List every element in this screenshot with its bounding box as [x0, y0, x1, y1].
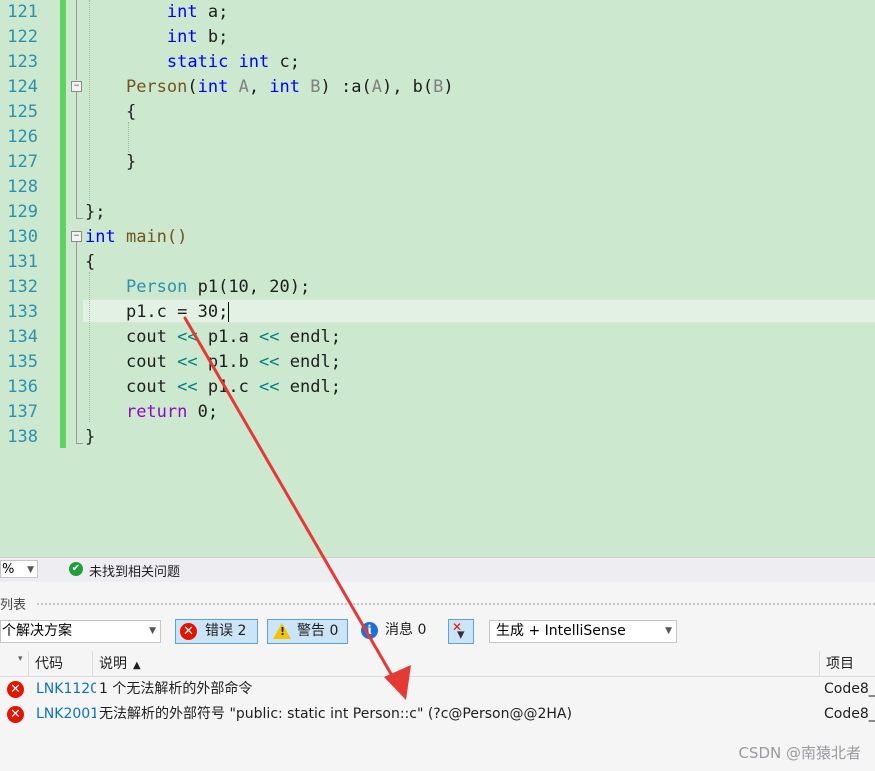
change-tracking-bar — [60, 0, 66, 448]
info-icon: i — [361, 622, 378, 639]
check-circle-icon: ✔ — [69, 562, 83, 576]
line-number: 133 — [7, 302, 38, 322]
code-line-125[interactable]: { — [85, 100, 136, 125]
error-project: Code8_ — [824, 706, 875, 722]
clear-filter-button[interactable]: ✕ ▾ — [448, 619, 474, 644]
line-number: 136 — [7, 377, 38, 397]
line-number: 121 — [7, 2, 38, 22]
line-number: 132 — [7, 277, 38, 297]
scope-value: 个解决方案 — [2, 623, 72, 639]
code-line-137[interactable]: return 0; — [85, 400, 218, 425]
code-line-131[interactable]: { — [85, 250, 95, 275]
line-number: 122 — [7, 27, 38, 47]
line-number: 138 — [7, 427, 38, 447]
panel-title[interactable]: 列表 — [0, 594, 26, 613]
build-filter-value: 生成 + IntelliSense — [496, 623, 626, 639]
zoom-dropdown[interactable]: % ▼ — [0, 560, 38, 578]
line-number: 124 — [7, 77, 38, 97]
error-list-panel: 列表 个解决方案 ▼ ✕ 错误 2 ! 警告 0 i 消息 0 ✕ ▾ 生成 + I… — [0, 582, 875, 771]
fold-guide — [76, 242, 77, 443]
messages-filter-button[interactable]: i 消息 0 — [356, 619, 438, 644]
code-line-136[interactable]: cout << p1.c << endl; — [85, 375, 341, 400]
panel-drag-grip[interactable] — [36, 602, 875, 607]
code-line-133[interactable]: p1.c = 30; — [85, 300, 230, 325]
chevron-down-icon: ▼ — [665, 626, 672, 636]
line-number: 130 — [7, 227, 38, 247]
collapse-icon[interactable]: − — [71, 231, 82, 242]
code-line-132[interactable]: Person p1(10, 20); — [85, 275, 310, 300]
error-list-header: ▾ 代码 说明 ▲ 项目 — [0, 651, 875, 677]
scope-dropdown[interactable]: 个解决方案 ▼ — [0, 620, 161, 643]
editor-status-strip: % ▼ ✔ 未找到相关问题 — [0, 557, 875, 582]
error-icon: ✕ — [180, 623, 197, 640]
errors-filter-button[interactable]: ✕ 错误 2 — [175, 619, 258, 644]
messages-count-label: 消息 0 — [385, 622, 427, 638]
code-line-121[interactable]: int a; — [85, 0, 228, 25]
error-description: 无法解析的外部符号 "public: static int Person::c"… — [99, 706, 572, 722]
code-line-135[interactable]: cout << p1.b << endl; — [85, 350, 341, 375]
error-description: 1 个无法解析的外部命令 — [99, 681, 253, 697]
warnings-count-label: 警告 0 — [297, 623, 339, 639]
indent-guide — [128, 122, 129, 152]
line-number: 126 — [7, 127, 38, 147]
code-line-122[interactable]: int b; — [85, 25, 228, 50]
line-number: 125 — [7, 102, 38, 122]
error-row[interactable]: ✕ LNK1120 1 个无法解析的外部命令 Code8_ — [0, 677, 875, 702]
issues-status-text[interactable]: 未找到相关问题 — [89, 561, 180, 580]
zoom-value: % — [2, 562, 15, 577]
code-editor[interactable]: 121 122 123 124 125 126 127 128 129 130 … — [0, 0, 875, 557]
errors-count-label: 错误 2 — [205, 623, 247, 639]
error-icon: ✕ — [7, 681, 24, 698]
text-caret — [228, 302, 230, 322]
error-row[interactable]: ✕ LNK2001 无法解析的外部符号 "public: static int … — [0, 702, 875, 727]
line-number: 127 — [7, 152, 38, 172]
column-header-code[interactable]: 代码 — [28, 651, 92, 677]
sort-ascending-icon: ▲ — [133, 660, 141, 671]
error-code-link[interactable]: LNK2001 — [36, 702, 96, 727]
line-number: 134 — [7, 327, 38, 347]
warnings-filter-button[interactable]: ! 警告 0 — [267, 619, 348, 644]
fold-guide-end — [76, 218, 83, 219]
chevron-down-icon: ▼ — [27, 565, 34, 575]
code-line-124[interactable]: Person(int A, int B) :a(A), b(B) — [85, 75, 454, 100]
column-header-project[interactable]: 项目 — [819, 651, 875, 677]
line-number: 129 — [7, 202, 38, 222]
error-icon: ✕ — [7, 706, 24, 723]
code-line-138[interactable]: } — [85, 425, 95, 450]
build-intellisense-dropdown[interactable]: 生成 + IntelliSense ▼ — [489, 620, 677, 643]
chevron-down-icon: ▼ — [149, 626, 156, 636]
funnel-icon: ▾ — [457, 625, 465, 643]
line-number: 123 — [7, 52, 38, 72]
fold-guide-end — [76, 443, 83, 444]
code-line-129[interactable]: }; — [85, 200, 105, 225]
code-line-127[interactable]: } — [85, 150, 136, 175]
error-code-link[interactable]: LNK1120 — [36, 677, 96, 702]
line-number: 128 — [7, 177, 38, 197]
watermark: CSDN @南猿北者 — [738, 744, 861, 762]
code-line-130[interactable]: int main() — [85, 225, 187, 250]
collapse-icon[interactable]: − — [71, 81, 82, 92]
code-line-134[interactable]: cout << p1.a << endl; — [85, 325, 341, 350]
expand-rows-icon[interactable]: ▾ — [18, 654, 23, 664]
line-number: 131 — [7, 252, 38, 272]
error-project: Code8_ — [824, 681, 875, 697]
line-number: 135 — [7, 352, 38, 372]
column-header-description[interactable]: 说明 ▲ — [92, 651, 819, 677]
fold-guide — [76, 0, 77, 80]
code-line-123[interactable]: static int c; — [85, 50, 300, 75]
fold-guide — [76, 92, 77, 218]
line-number: 137 — [7, 402, 38, 422]
